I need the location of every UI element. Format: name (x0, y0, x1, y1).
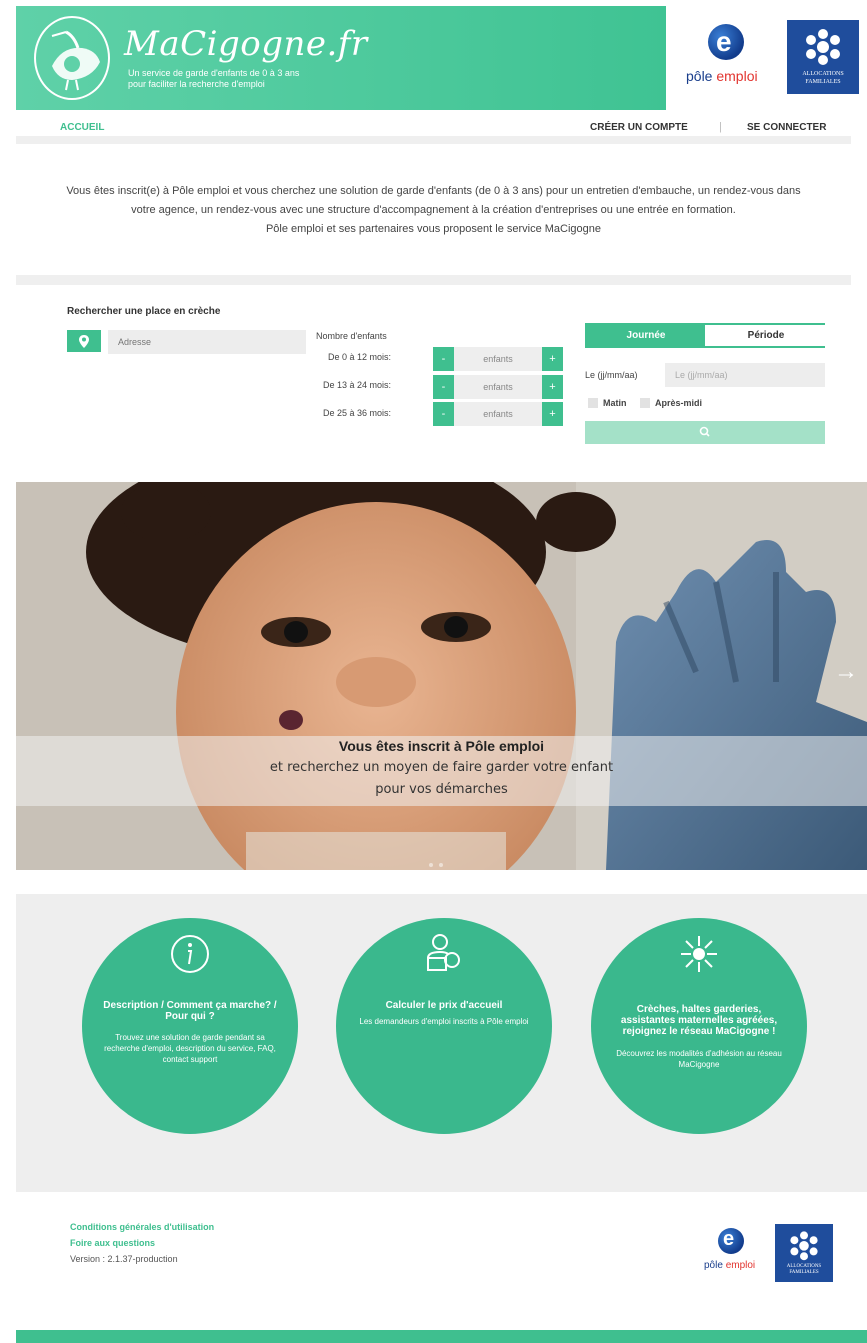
card-title: Description / Comment ça marche? / Pour … (103, 1000, 277, 1022)
increment-button[interactable]: + (542, 347, 563, 371)
decrement-button[interactable]: - (433, 347, 454, 371)
intro-line2: votre agence, un rendez-vous avec une st… (131, 204, 736, 216)
card-text: Découvrez les modalités d'adhésion au ré… (616, 1049, 782, 1069)
price-user-icon (427, 934, 460, 971)
footer-version: Version : 2.1.37-production (70, 1254, 178, 1264)
intro-line1: Vous êtes inscrit(e) à Pôle emploi et vo… (66, 185, 801, 197)
morning-checkbox[interactable] (588, 398, 598, 408)
header-banner: MaCigogne.fr Un service de garde d'enfan… (16, 6, 666, 110)
age-group-13-24-label: De 13 à 24 mois: (322, 380, 391, 390)
pole-emploi-suffix: emploi (716, 68, 758, 84)
hero-subtitle: et recherchez un moyen de faire garder v… (269, 760, 614, 775)
caf-logo[interactable]: ALLOCATIONS FAMILIALES (787, 20, 859, 94)
tab-day[interactable]: Journée (587, 325, 705, 346)
age-group-0-12-stepper: - enfants + (433, 347, 563, 371)
footer-cgu-link[interactable]: Conditions générales d'utilisation (70, 1222, 214, 1232)
age-group-0-12-label: De 0 à 12 mois: (327, 352, 391, 362)
stork-icon (51, 30, 100, 91)
caf-text: ALLOCATIONS FAMILIALES (777, 1264, 831, 1276)
intro-line3: Pôle emploi et ses partenaires vous prop… (265, 223, 602, 235)
carousel-dot[interactable] (429, 863, 433, 867)
caf-line2: FAMILIALES (805, 79, 841, 85)
date-label: Le (jj/mm/aa) (585, 370, 638, 380)
carousel-next-arrow-icon[interactable]: → (834, 658, 858, 686)
caf-text: ALLOCATIONS FAMILIALES (791, 70, 855, 86)
pole-emploi-prefix: pôle (686, 68, 717, 84)
card-price[interactable]: Calculer le prix d'accueil Les demandeur… (336, 918, 552, 1134)
intro-text: Vous êtes inscrit(e) à Pôle emploi et vo… (16, 182, 851, 239)
search-icon (699, 426, 710, 437)
age-group-25-36-stepper: - enfants + (433, 402, 563, 426)
brand-subtitle: Un service de garde d'enfants de 0 à 3 a… (128, 68, 328, 90)
feature-cards-section: Description / Comment ça marche? / Pour … (16, 894, 867, 1192)
caf-flower-icon (790, 1231, 818, 1261)
afternoon-checkbox[interactable] (640, 398, 650, 408)
carousel-dot[interactable] (439, 863, 443, 867)
card-network[interactable]: Crèches, haltes garderies, assistantes m… (591, 918, 807, 1134)
card-text: Trouvez une solution de garde pendant sa… (104, 1033, 276, 1064)
caf-line2: FAMILIALES (789, 1270, 819, 1275)
hero-child-image (16, 482, 867, 870)
address-input[interactable] (108, 330, 306, 354)
stork-logo[interactable] (34, 16, 110, 100)
map-pin-icon (79, 335, 89, 348)
network-icon (681, 936, 717, 972)
brand-subtitle-line2: pour faciliter la recherche d'emploi (128, 79, 265, 89)
nav-create-account-link[interactable]: CRÉER UN COMPTE (590, 122, 688, 133)
decrement-button[interactable]: - (433, 402, 454, 426)
caf-flower-icon (806, 29, 840, 65)
pole-emploi-suffix: emploi (725, 1260, 756, 1271)
age-group-25-36-label: De 25 à 36 mois: (322, 408, 391, 418)
kids-count-field[interactable]: enfants (454, 347, 542, 371)
footer: Conditions générales d'utilisation Foire… (16, 1192, 867, 1342)
card-title: Calculer le prix d'accueil (385, 1000, 503, 1011)
pole-emploi-e-icon: e (716, 26, 732, 57)
increment-button[interactable]: + (542, 402, 563, 426)
nav-login-link[interactable]: SE CONNECTER (747, 122, 826, 133)
kids-count-field[interactable]: enfants (454, 402, 542, 426)
card-description[interactable]: Description / Comment ça marche? / Pour … (82, 918, 298, 1134)
card-text: Les demandeurs d'emploi inscrits à Pôle … (359, 1017, 529, 1026)
pole-emploi-logo[interactable]: e pôle emploi (686, 24, 770, 96)
info-icon (171, 935, 209, 973)
caf-line1: ALLOCATIONS (802, 71, 844, 77)
age-group-13-24-stepper: - enfants + (433, 375, 563, 399)
carousel-dots (426, 854, 446, 870)
afternoon-label: Après-midi (655, 398, 703, 408)
nav-home-link[interactable]: ACCUEIL (60, 122, 104, 133)
tab-period[interactable]: Période (707, 325, 825, 346)
pole-emploi-prefix: pôle (704, 1260, 726, 1271)
brand-title[interactable]: MaCigogne.fr (124, 24, 368, 64)
search-title: Rechercher une place en crèche (67, 306, 221, 317)
booking-type-tabs: Journée Période (585, 323, 825, 348)
kids-count-title: Nombre d'enfants (316, 331, 387, 341)
decrement-button[interactable]: - (433, 375, 454, 399)
search-button[interactable] (585, 421, 825, 444)
footer-faq-link[interactable]: Foire aux questions (70, 1238, 155, 1248)
location-button[interactable] (67, 330, 101, 352)
morning-label: Matin (603, 398, 627, 408)
hero-banner: Vous êtes inscrit à Pôle emploi et reche… (16, 482, 867, 870)
date-input[interactable]: Le (jj/mm/aa) (665, 363, 825, 387)
nav-separator: | (719, 121, 722, 133)
section-divider (16, 275, 851, 285)
pole-emploi-e-icon: e (723, 1228, 735, 1250)
hero-title: Vous êtes inscrit à Pôle emploi (338, 738, 545, 754)
footer-caf-logo[interactable]: ALLOCATIONS FAMILIALES (775, 1224, 833, 1282)
kids-count-field[interactable]: enfants (454, 375, 542, 399)
top-nav: ACCUEIL CRÉER UN COMPTE | SE CONNECTER (16, 112, 851, 144)
increment-button[interactable]: + (542, 375, 563, 399)
brand-subtitle-line1: Un service de garde d'enfants de 0 à 3 a… (128, 68, 300, 78)
hero-subtitle-2: pour vos démarches (375, 782, 508, 797)
card-title: Crèches, haltes garderies, assistantes m… (620, 1004, 778, 1037)
pole-emploi-text: pôle emploi (686, 68, 758, 84)
bottom-bar (16, 1330, 867, 1343)
pole-emploi-text: pôle emploi (704, 1260, 755, 1271)
footer-pole-emploi-logo[interactable]: e pôle emploi (702, 1228, 762, 1278)
